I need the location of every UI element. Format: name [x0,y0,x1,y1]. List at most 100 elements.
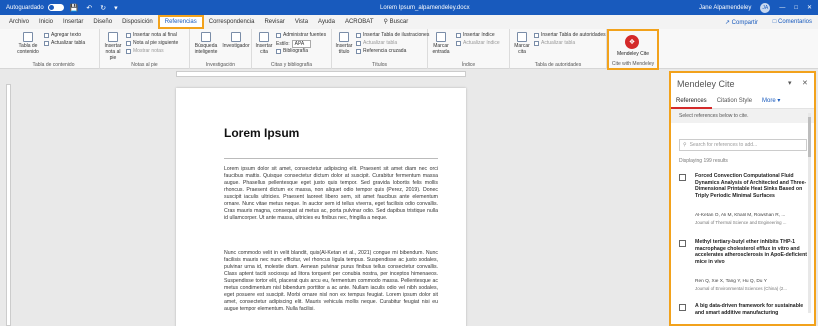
researcher-button[interactable]: Investigador [222,32,250,49]
menu-insertar[interactable]: Insertar [58,15,88,29]
index-icon [456,32,461,38]
menu-inicio[interactable]: Inicio [34,15,58,29]
horizontal-ruler [176,71,466,77]
reference-checkbox[interactable] [679,174,686,181]
reference-title: Forced Convection Computational Fluid Dy… [695,173,807,199]
citations-group-name: Citas y bibliografía [270,62,313,68]
minimize-icon[interactable]: — [779,5,785,11]
index-group-name: Índice [461,62,476,68]
insert-index-button[interactable]: Insertar índice [456,32,495,38]
add-text-button[interactable]: Agregar texto [44,32,81,38]
panel-options-icon[interactable]: ▾ [788,79,792,87]
tab-citation-style[interactable]: Citation Style [712,95,757,109]
autosave-toggle[interactable] [47,4,64,11]
chevron-down-icon: ▾ [777,97,781,104]
share-button[interactable]: ↗ Compartir [725,19,758,26]
panel-title: Mendeley Cite [677,79,735,89]
menu-referencias[interactable]: Referencias [157,15,204,29]
update-authorities-label: Actualizar tabla [541,40,576,46]
mark-entry-icon [436,32,446,42]
style-label: Estilo: [276,41,290,47]
mendeley-cite-button[interactable]: Mendeley Cite [609,51,657,57]
bibliography-icon [276,48,281,54]
group-index: Marcar entrada Insertar índice Actualiza… [428,29,510,69]
comments-button[interactable]: □ Comentarios [773,19,812,25]
mendeley-logo-icon[interactable]: ❖ [625,35,639,49]
menu-revisar[interactable]: Revisar [259,15,289,29]
style-select[interactable]: Estilo: APA [276,40,312,48]
menu-acrobat[interactable]: ACROBAT [340,15,379,29]
mark-entry-button[interactable]: Marcar entrada [430,32,452,55]
footnotes-group-name: Notas al pie [131,62,158,68]
cross-reference-label: Referencia cruzada [363,48,407,54]
insert-footnote-button[interactable]: Insertar nota al pie [102,32,124,61]
show-notes-icon [126,48,131,54]
insert-citation-button[interactable]: Insertar cita [254,32,274,55]
show-notes-label: Mostrar notas [133,48,164,54]
reference-title: Methyl tertiary-butyl ether inhibits THP… [695,239,807,265]
update-toc-button[interactable]: Actualizar tabla [44,40,85,46]
reference-authors: Al-Ketan O, Ali M, Khalil M, Rowshan R, … [695,213,786,218]
tab-references[interactable]: References [671,95,712,109]
customize-icon[interactable]: ▾ [112,4,120,12]
next-footnote-button[interactable]: Nota al pie siguiente [126,40,178,46]
close-icon[interactable]: ✕ [807,4,812,11]
endnote-icon [126,32,131,38]
panel-scrollbar[interactable] [808,113,811,313]
save-icon[interactable]: 💾 [68,4,81,12]
group-footnotes: Insertar nota al pie Insertar nota al fi… [100,29,190,69]
group-mendeley: ❖ Mendeley Cite Cite with Mendeley [607,29,659,70]
manage-sources-icon [276,32,281,38]
insert-figures-table-button[interactable]: Insertar Tabla de ilustraciones [356,32,429,38]
menu-vista[interactable]: Vista [290,15,313,29]
reference-checkbox[interactable] [679,240,686,247]
search-icon: ⚲ [383,19,388,25]
comments-label: Comentarios [777,19,812,25]
redo-icon[interactable]: ↻ [98,4,108,12]
menu-buscar-label: Buscar [389,19,409,25]
panel-close-icon[interactable]: ✕ [802,79,808,87]
manage-sources-button[interactable]: Administrar fuentes [276,32,326,38]
menu-correspondencia[interactable]: Correspondencia [204,15,260,29]
insert-authorities-button[interactable]: Insertar Tabla de autoridades [534,32,606,38]
group-toc: Tabla de contenido Agregar texto Actuali… [8,29,100,69]
insert-footnote-label: Insertar nota al pie [104,43,122,61]
undo-icon[interactable]: ↶ [84,4,94,12]
toc-group-name: Tabla de contenido [32,62,75,68]
menu-disposicion[interactable]: Disposición [117,15,158,29]
menu-bar: Archivo Inicio Insertar Diseño Disposici… [0,15,818,29]
bibliography-button[interactable]: Bibliografía [276,48,308,54]
tab-more[interactable]: More ▾ [757,95,785,109]
mark-entry-label: Marcar entrada [432,43,450,55]
document-page[interactable]: Lorem Ipsum Lorem ipsum dolor sit amet, … [176,88,466,326]
reference-search-input[interactable]: ⚲ Search for references to add... [679,139,807,151]
document-title: Lorem Ipsum_alpamendeley.docx [380,4,470,11]
insert-caption-button[interactable]: Insertar título [334,32,354,55]
update-index-button[interactable]: Actualizar índice [456,40,500,46]
update-authorities-button[interactable]: Actualizar tabla [534,40,575,46]
avatar[interactable]: JA [760,2,771,13]
smart-lookup-button[interactable]: Búsqueda inteligente [192,32,220,55]
menu-diseno[interactable]: Diseño [88,15,117,29]
insert-endnote-label: Insertar nota al final [133,32,177,38]
menu-buscar[interactable]: ⚲ Buscar [379,15,414,29]
toc-button[interactable]: Tabla de contenido [14,32,42,55]
researcher-label: Investigador [222,43,250,49]
menu-ayuda[interactable]: Ayuda [313,15,340,29]
update-figures-table-button[interactable]: Actualizar tabla [356,40,397,46]
show-notes-button[interactable]: Mostrar notas [126,48,164,54]
mark-citation-button[interactable]: Marcar cita [512,32,532,55]
reference-authors: Ren Q, Xie X, Tang Y, Hu Q, Du Y [695,279,767,284]
title-bar: Autoguardado 💾 ↶ ↻ ▾ Lorem Ipsum_alpamen… [0,0,818,15]
menu-archivo[interactable]: Archivo [4,15,34,29]
maximize-icon[interactable]: □ [794,5,798,11]
reference-checkbox[interactable] [679,304,686,311]
insert-authorities-label: Insertar Tabla de autoridades [541,32,606,38]
cross-reference-button[interactable]: Referencia cruzada [356,48,406,54]
next-footnote-label: Nota al pie siguiente [133,40,179,46]
captions-group-name: Títulos [371,62,387,68]
add-text-icon [44,32,49,38]
group-authorities: Marcar cita Insertar Tabla de autoridade… [510,29,607,69]
insert-endnote-button[interactable]: Insertar nota al final [126,32,177,38]
ribbon: Tabla de contenido Agregar texto Actuali… [0,29,818,69]
